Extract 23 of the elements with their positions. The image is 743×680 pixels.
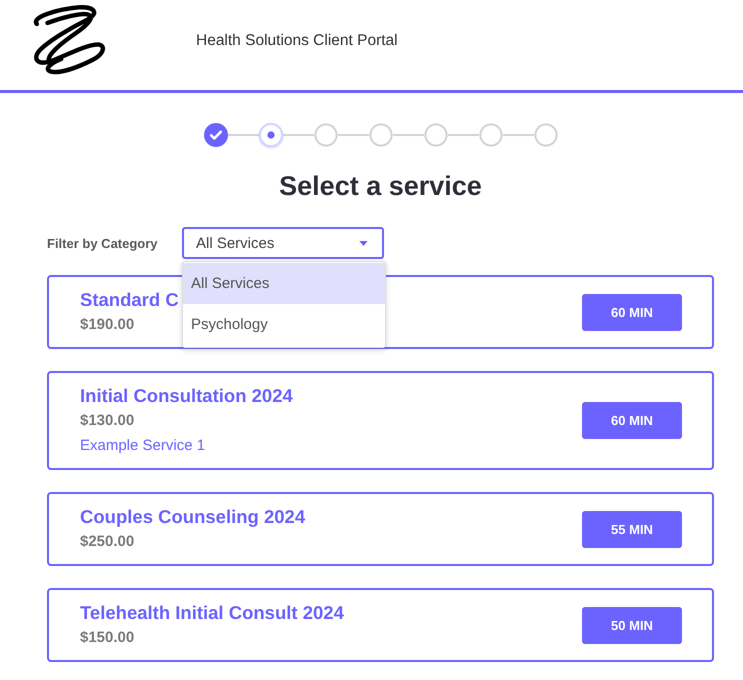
service-name: Initial Consultation 2024 [80, 384, 293, 408]
service-price: $130.00 [80, 411, 134, 431]
service-card[interactable]: Telehealth Initial Consult 2024 $150.00 50 MIN [47, 588, 714, 662]
page-heading: Select a service [278, 170, 483, 203]
duration-button[interactable]: 55 MIN [582, 510, 682, 548]
service-name: Telehealth Initial Consult 2024 [80, 601, 344, 625]
duration-button[interactable]: 60 MIN [582, 402, 682, 439]
service-card[interactable]: Couples Counseling 2024 $250.00 55 MIN [47, 492, 714, 566]
service-name: Standard C [80, 288, 179, 312]
category-select[interactable]: All Services [182, 227, 384, 259]
filter-label: Filter by Category [47, 236, 159, 250]
dropdown-option[interactable]: All Services [183, 263, 385, 304]
dropdown-option[interactable]: Psychology [183, 304, 385, 345]
service-price: $190.00 [80, 315, 134, 335]
service-description: Example Service 1 [80, 436, 206, 456]
service-name: Couples Counseling 2024 [80, 505, 306, 529]
service-card[interactable]: Initial Consultation 2024 $130.00 Example Service 1 60 MIN [47, 371, 714, 470]
service-price: $150.00 [80, 628, 134, 648]
duration-button[interactable]: 50 MIN [582, 606, 682, 644]
duration-button[interactable]: 60 MIN [582, 294, 682, 330]
service-price: $250.00 [80, 532, 134, 552]
caret-icon [359, 240, 368, 246]
portal-title: Health Solutions Client Portal [196, 32, 398, 50]
